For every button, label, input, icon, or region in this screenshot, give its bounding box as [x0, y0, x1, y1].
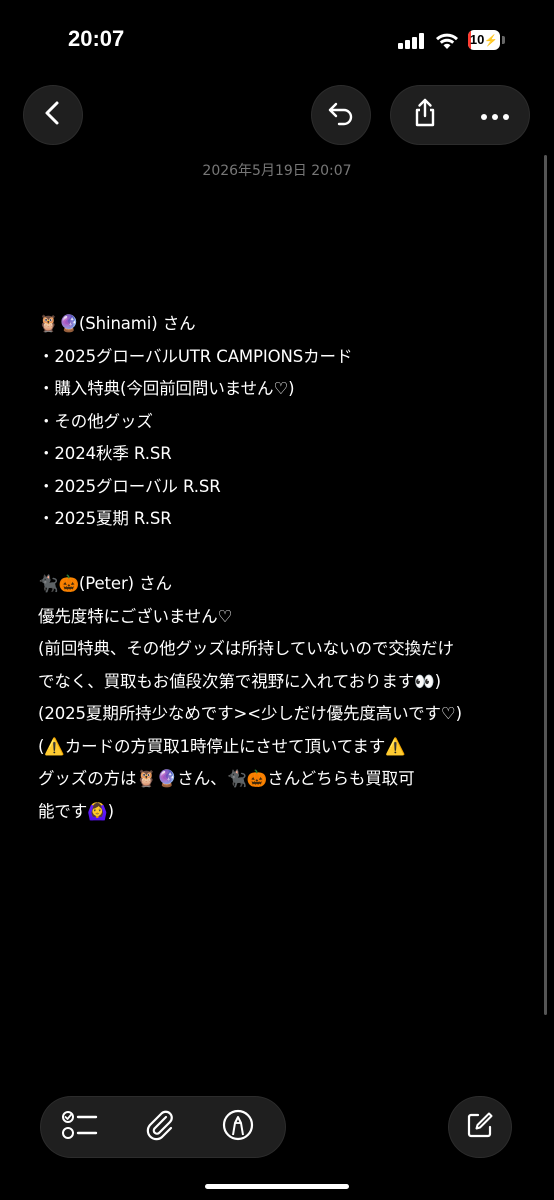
note-line: 優先度特にございません♡	[38, 606, 233, 626]
note-line: 🦉🔮(Shinami) さん	[38, 314, 196, 333]
note-line: (⚠️カードの方買取1時停止にさせて頂いてます⚠️	[38, 736, 406, 756]
wifi-icon	[435, 32, 459, 50]
compose-button[interactable]	[448, 1096, 512, 1158]
note-body[interactable]: 🦉🔮(Shinami) さん ・2025グローバルUTR CAMPIONSカード…	[38, 308, 538, 828]
undo-icon	[327, 100, 355, 130]
note-line: ・2024秋季 R.SR	[38, 444, 172, 463]
more-button[interactable]	[460, 85, 530, 145]
actions-pill	[390, 85, 530, 145]
chevron-left-icon	[42, 100, 64, 130]
ellipsis-icon	[480, 106, 510, 125]
note-line: (前回特典、その他グッズは所持していないので交換だけ	[38, 639, 454, 658]
battery-level: 10	[469, 32, 485, 47]
note-date: 2026年5月19日 20:07	[202, 163, 352, 179]
paperclip-icon	[145, 1108, 175, 1146]
note-line: ・その他グッズ	[38, 411, 153, 431]
note-line: ・2025夏期 R.SR	[38, 509, 172, 528]
note-line: ・2025グローバルUTR CAMPIONSカード	[38, 346, 353, 366]
signal-icon	[398, 33, 428, 49]
note-line: 🐈‍⬛🎃(Peter) さん	[38, 574, 172, 593]
markup-pen-icon	[221, 1108, 255, 1146]
undo-button[interactable]	[311, 85, 371, 145]
checklist-button[interactable]	[44, 1096, 116, 1158]
attachment-button[interactable]	[124, 1096, 196, 1158]
scroll-indicator[interactable]	[544, 155, 547, 1015]
status-time: 20:07	[68, 26, 125, 51]
bottom-toolbar	[40, 1096, 286, 1158]
checklist-icon	[62, 1109, 98, 1145]
home-indicator[interactable]	[205, 1184, 349, 1189]
note-line: ・2025グローバル R.SR	[38, 476, 221, 496]
note-line: ・購入特典(今回前回問いません♡)	[38, 379, 295, 398]
note-line: 能です🙆‍♀️)	[38, 801, 114, 821]
compose-icon	[465, 1110, 495, 1144]
markup-button[interactable]	[202, 1096, 274, 1158]
note-line: (2025夏期所持少なめです><少しだけ優先度高いです♡)	[38, 704, 462, 723]
share-button[interactable]	[390, 85, 460, 145]
note-line: グッズの方は🦉🔮さん、🐈‍⬛🎃さんどちらも買取可	[38, 769, 415, 788]
note-line: でなく、買取もお値段次第で視野に入れております👀)	[38, 671, 441, 691]
back-button[interactable]	[23, 85, 83, 145]
battery-icon: 10⚡	[468, 30, 506, 52]
share-icon	[412, 98, 438, 132]
note-line-blank	[38, 536, 538, 569]
